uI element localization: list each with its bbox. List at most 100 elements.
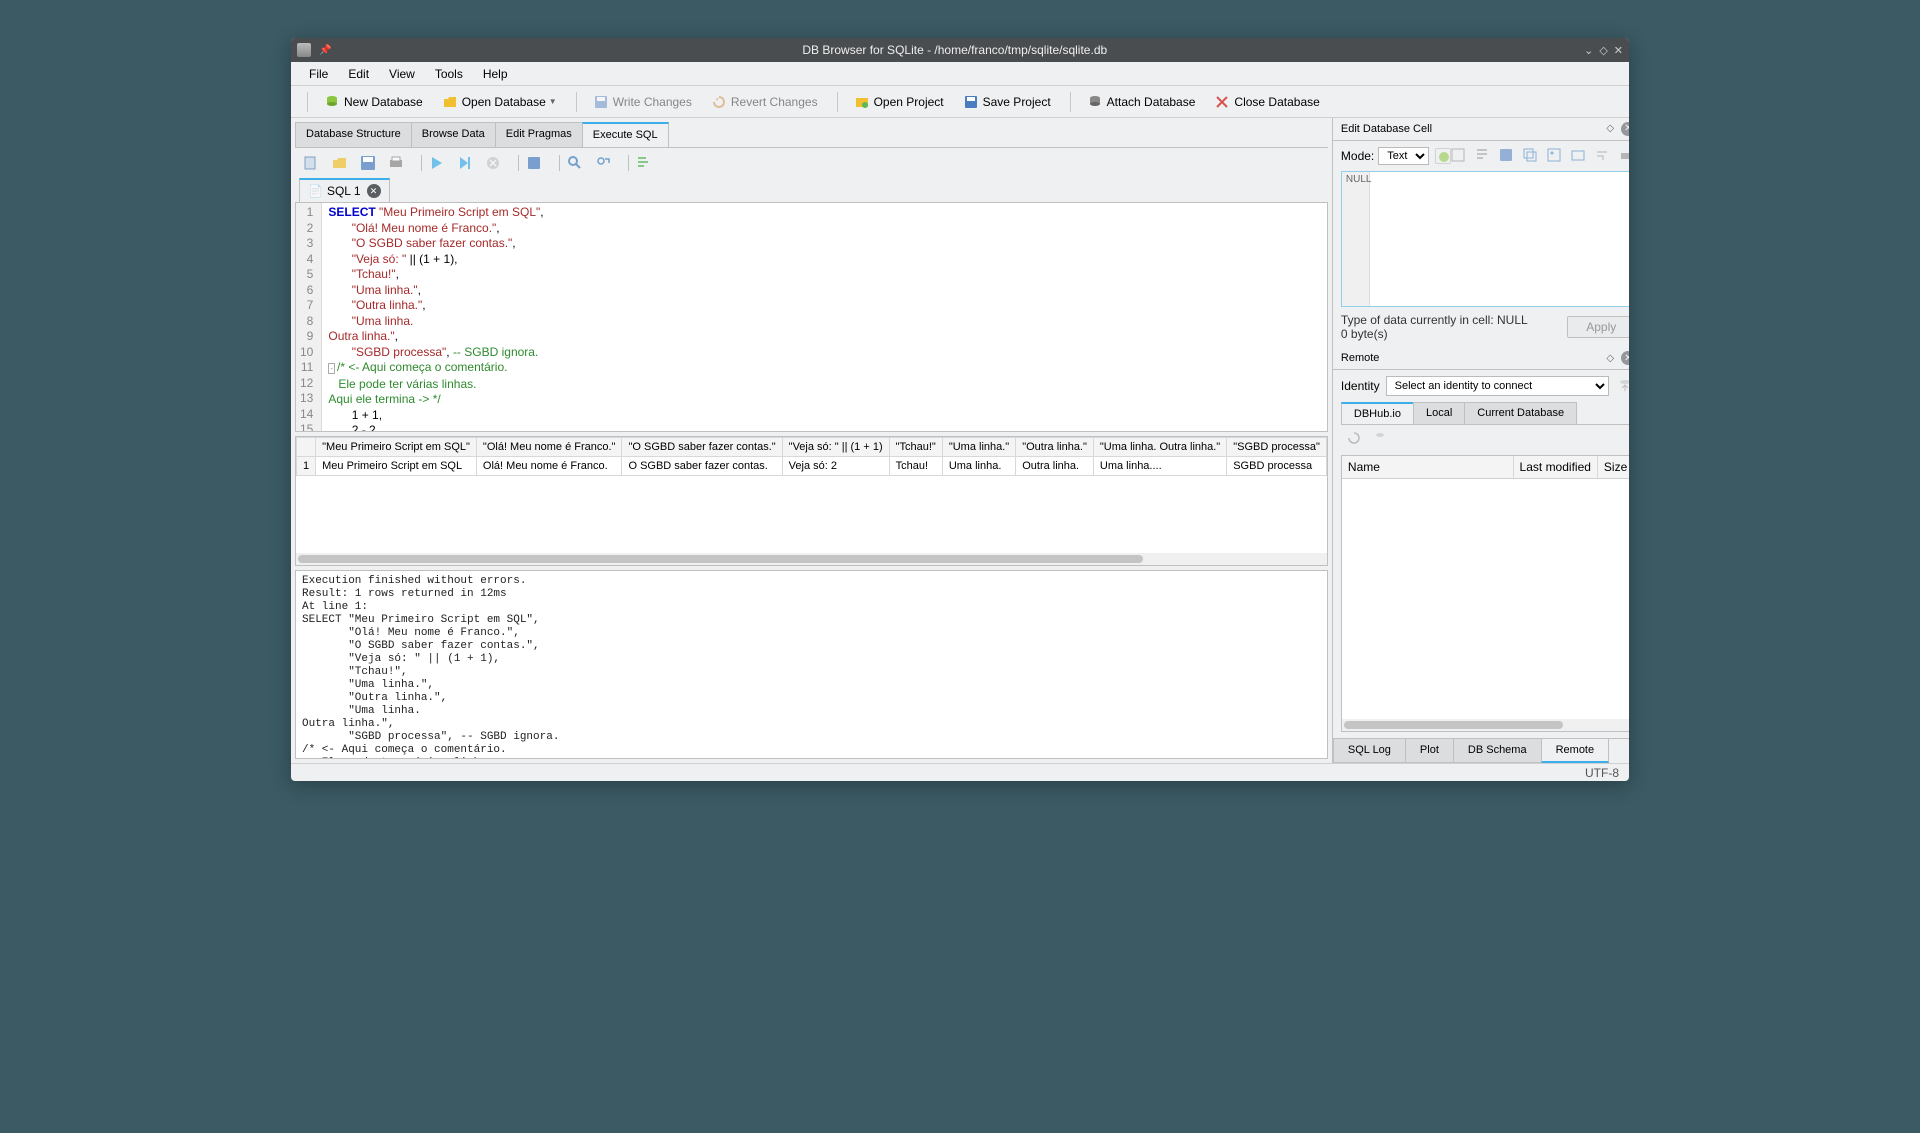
open-db-icon [443, 95, 457, 109]
clone-icon[interactable] [1373, 431, 1389, 447]
copy-icon[interactable] [1523, 148, 1539, 164]
btab-plot[interactable]: Plot [1405, 739, 1454, 763]
results-table[interactable]: "Meu Primeiro Script em SQL""Olá! Meu no… [296, 437, 1327, 553]
remote-scrollbar[interactable] [1342, 719, 1629, 731]
menu-help[interactable]: Help [473, 64, 518, 84]
maximize-icon[interactable]: ◇ [1599, 44, 1607, 57]
remote-list[interactable]: Name Last modified Size [1341, 455, 1629, 732]
tab-edit-pragmas[interactable]: Edit Pragmas [495, 122, 583, 147]
sql-toolbar [295, 148, 1328, 178]
main-toolbar: New Database Open Database▼ Write Change… [291, 86, 1629, 118]
new-tab-icon[interactable] [303, 154, 321, 172]
open-project-icon [855, 95, 869, 109]
new-database-button[interactable]: New Database [316, 91, 432, 113]
tab-database-structure[interactable]: Database Structure [295, 122, 412, 147]
tab-execute-sql[interactable]: Execute SQL [582, 122, 669, 147]
open-project-button[interactable]: Open Project [846, 91, 953, 113]
diamond-icon[interactable]: ◇ [1603, 351, 1617, 365]
col-name[interactable]: Name [1342, 456, 1514, 478]
side-pane: Edit Database Cell ◇ ✕ Mode: Text [1333, 118, 1629, 763]
identity-label: Identity [1341, 379, 1380, 393]
open-database-button[interactable]: Open Database▼ [434, 91, 566, 113]
open-file-icon[interactable] [331, 154, 349, 172]
mode-select[interactable]: Text [1378, 147, 1429, 165]
menu-tools[interactable]: Tools [425, 64, 473, 84]
print-cell-icon[interactable] [1619, 148, 1629, 164]
revert-icon [712, 95, 726, 109]
diamond-icon[interactable]: ◇ [1603, 122, 1617, 136]
apply-button: Apply [1567, 316, 1629, 338]
attach-database-button[interactable]: Attach Database [1079, 91, 1205, 113]
cell-size-label: 0 byte(s) [1341, 327, 1528, 341]
edit-cell-header: Edit Database Cell ◇ ✕ [1333, 118, 1629, 141]
sql-editor[interactable]: 123456789101112131415161718 SELECT "Meu … [295, 202, 1328, 432]
save-result-icon[interactable] [525, 154, 543, 172]
save-file-icon[interactable] [359, 154, 377, 172]
file-icon: 📄 [308, 184, 323, 198]
app-icon [297, 43, 311, 57]
close-db-icon [1215, 95, 1229, 109]
import-icon[interactable] [1435, 148, 1451, 164]
pin-icon[interactable]: 📌 [319, 45, 331, 56]
cell-editor[interactable]: NULL [1341, 171, 1629, 308]
btab-remote[interactable]: Remote [1541, 739, 1610, 763]
wrap-icon[interactable] [1595, 148, 1611, 164]
remote-tab-dbhub[interactable]: DBHub.io [1341, 402, 1414, 424]
menu-view[interactable]: View [379, 64, 425, 84]
cell-null: NULL [1342, 172, 1370, 307]
close-panel-icon[interactable]: ✕ [1621, 122, 1629, 136]
export-icon[interactable] [1571, 148, 1587, 164]
cell-type-label: Type of data currently in cell: NULL [1341, 313, 1528, 327]
col-size[interactable]: Size [1598, 456, 1629, 478]
play-line-icon[interactable] [456, 154, 474, 172]
window-title: DB Browser for SQLite - /home/franco/tmp… [331, 43, 1578, 57]
stop-icon[interactable] [484, 154, 502, 172]
text-icon[interactable] [1475, 148, 1491, 164]
btab-db-schema[interactable]: DB Schema [1453, 739, 1542, 763]
menu-file[interactable]: File [299, 64, 338, 84]
btab-sql-log[interactable]: SQL Log [1333, 739, 1406, 763]
chevron-down-icon[interactable]: ▼ [549, 97, 557, 106]
upload-icon[interactable] [1617, 377, 1629, 395]
file-tab-sql1[interactable]: 📄 SQL 1 ✕ [299, 178, 390, 202]
new-db-icon [325, 95, 339, 109]
refresh-icon[interactable] [1347, 431, 1363, 447]
col-modified[interactable]: Last modified [1514, 456, 1598, 478]
encoding-label: UTF-8 [1585, 766, 1619, 780]
play-icon[interactable] [428, 154, 446, 172]
remote-header: Remote ◇ ✕ [1333, 347, 1629, 370]
results-panel: "Meu Primeiro Script em SQL""Olá! Meu no… [295, 436, 1328, 566]
remote-tab-current[interactable]: Current Database [1464, 402, 1577, 424]
file-tabs: 📄 SQL 1 ✕ [295, 178, 1328, 202]
save-project-button[interactable]: Save Project [955, 91, 1060, 113]
tab-browse-data[interactable]: Browse Data [411, 122, 496, 147]
identity-select[interactable]: Select an identity to connect [1386, 376, 1610, 396]
print-icon[interactable] [387, 154, 405, 172]
indent-icon[interactable] [635, 154, 653, 172]
close-icon[interactable]: ✕ [1614, 44, 1623, 57]
close-database-button[interactable]: Close Database [1206, 91, 1328, 113]
save-cell-icon[interactable] [1499, 148, 1515, 164]
execution-log[interactable]: Execution finished without errors. Resul… [295, 570, 1328, 759]
remote-tab-local[interactable]: Local [1413, 402, 1465, 424]
remote-panel: Identity Select an identity to connect D… [1333, 370, 1629, 738]
code-area[interactable]: SELECT "Meu Primeiro Script em SQL", "Ol… [322, 203, 688, 431]
image-icon[interactable] [1547, 148, 1563, 164]
app-window: 📌 DB Browser for SQLite - /home/franco/t… [291, 38, 1629, 781]
minimize-icon[interactable]: ⌄ [1584, 44, 1593, 57]
write-changes-button: Write Changes [585, 91, 701, 113]
title-bar[interactable]: 📌 DB Browser for SQLite - /home/franco/t… [291, 38, 1629, 62]
find-icon[interactable] [566, 154, 584, 172]
horizontal-scrollbar[interactable] [296, 553, 1327, 565]
close-tab-icon[interactable]: ✕ [367, 184, 381, 198]
line-gutter: 123456789101112131415161718 [296, 203, 322, 431]
edit-cell-panel: Mode: Text NULL [1333, 141, 1629, 348]
row-number: 1 [297, 457, 316, 476]
save-icon [594, 95, 608, 109]
find-replace-icon[interactable] [594, 154, 612, 172]
close-panel-icon[interactable]: ✕ [1621, 351, 1629, 365]
mode-label: Mode: [1341, 149, 1374, 163]
menu-edit[interactable]: Edit [338, 64, 379, 84]
null-icon[interactable] [1451, 148, 1467, 164]
menu-bar: File Edit View Tools Help [291, 62, 1629, 86]
